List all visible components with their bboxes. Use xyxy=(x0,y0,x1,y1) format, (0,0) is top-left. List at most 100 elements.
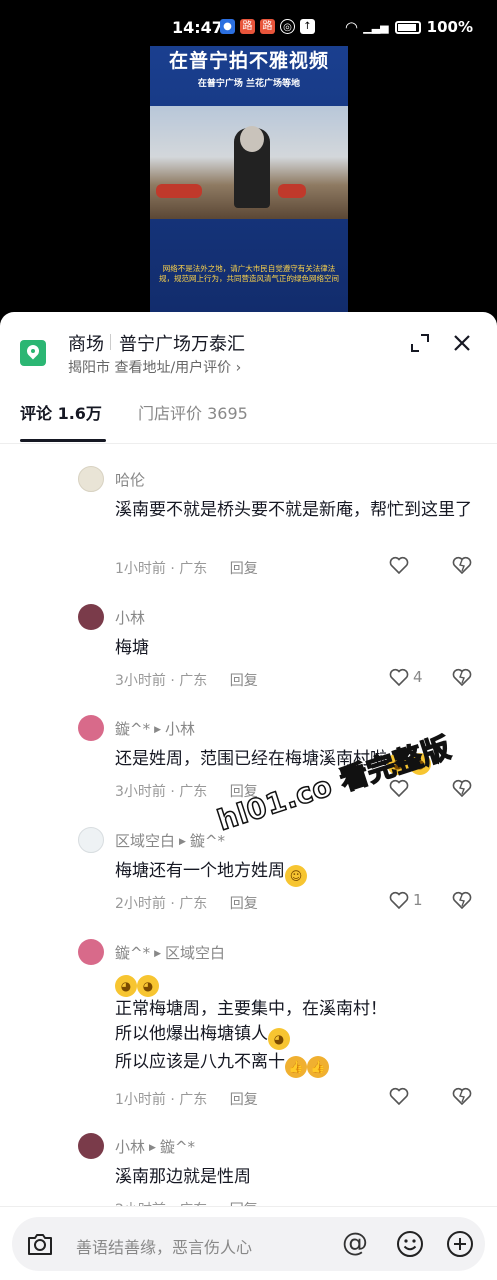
avatar[interactable] xyxy=(78,1133,104,1159)
avatar[interactable] xyxy=(78,466,104,492)
reply-button[interactable]: 回复 xyxy=(230,1092,258,1108)
at-icon[interactable]: @ xyxy=(342,1228,368,1258)
reply-arrow-icon: ▶ xyxy=(154,949,161,959)
comment-author: 鏇^* ▶ 小林 xyxy=(115,718,195,739)
comment-author[interactable]: 哈伦 xyxy=(115,469,145,490)
video-subtitle: 在普宁广场 兰花广场等地 xyxy=(197,79,301,89)
thumbs-up-emoji-icon: 👍 xyxy=(307,1056,329,1078)
place-name[interactable]: 普宁广场万泰汇 xyxy=(119,330,245,356)
dislike-icon[interactable] xyxy=(452,1087,472,1105)
video-player[interactable]: 在普宁拍不雅视频 在普宁广场 兰花广场等地 网络不是法外之地，请广大市民自觉遵守… xyxy=(0,46,497,316)
active-tab-indicator xyxy=(20,439,106,442)
reply-to-name[interactable]: 小林 xyxy=(165,720,195,738)
like-button[interactable]: 1 xyxy=(389,891,423,909)
comment-text-line: 正常梅塘周，主要集中，在溪南村！ xyxy=(115,999,387,1019)
avatar[interactable] xyxy=(78,827,104,853)
video-notice: 网络不是法外之地，请广大市民自觉遵守有关法律法规，规范网上行为，共同营造风清气正… xyxy=(159,264,339,283)
hotspot-icon: ◎ xyxy=(280,19,295,34)
like-button[interactable] xyxy=(389,556,413,574)
blurred-face xyxy=(240,126,264,152)
comment-text: 溪南要不就是桥头要不就是新庵，帮忙到这里了 xyxy=(115,500,472,520)
app-notification-icon: ● xyxy=(220,19,235,34)
comment-input[interactable]: 善语结善缘，恶言伤人心 @ xyxy=(12,1217,485,1271)
battery-level: 100% xyxy=(426,18,473,36)
dislike-icon[interactable] xyxy=(452,891,472,909)
flower-bed xyxy=(156,184,202,198)
comment-text-body: 梅塘还有一个地方姓周 xyxy=(115,861,285,881)
divider xyxy=(110,334,111,350)
dislike-icon[interactable] xyxy=(452,668,472,686)
avatar[interactable] xyxy=(78,604,104,630)
comment-author-name[interactable]: 区域空白 xyxy=(115,832,175,850)
reply-to-name[interactable]: 区域空白 xyxy=(165,944,225,962)
heart-icon xyxy=(389,1087,409,1105)
comment-meta: 2小时前 · 广东 回复 xyxy=(115,893,258,913)
input-placeholder: 善语结善缘，恶言伤人心 xyxy=(76,1238,253,1257)
heart-icon xyxy=(389,668,409,686)
place-address-link[interactable]: 揭阳市 查看地址/用户评价 › xyxy=(68,357,241,377)
comment-author-name[interactable]: 鏇^* xyxy=(115,944,150,962)
comment-meta: 1小时前 · 广东 回复 xyxy=(115,558,258,578)
status-time: 14:47 xyxy=(172,18,223,37)
place-type: 商场 xyxy=(68,334,104,355)
like-button[interactable] xyxy=(389,1087,409,1105)
comment-meta: 3小时前 · 广东 回复 xyxy=(115,670,258,690)
avatar[interactable] xyxy=(78,939,104,965)
comment-text: ◕ ◕ 正常梅塘周，主要集中，在溪南村！ 所以他爆出梅塘镇人 ◕ 所以应该是八九不离… xyxy=(115,969,475,1078)
emoji-icon[interactable] xyxy=(396,1230,424,1258)
comment-time: 3小时前 · 广东 xyxy=(115,784,208,800)
comment-author-name[interactable]: 鏇^* xyxy=(115,720,150,738)
video-title: 在普宁拍不雅视频 xyxy=(168,50,329,72)
pleading-emoji-icon: ◕ xyxy=(137,975,159,997)
comment-author: 鏇^* ▶ 区域空白 xyxy=(115,942,225,963)
like-button[interactable]: 4 xyxy=(389,668,423,686)
reply-button[interactable]: 回复 xyxy=(230,896,258,912)
comment-author[interactable]: 小林 xyxy=(115,607,145,628)
expand-icon[interactable] xyxy=(410,333,430,353)
video-frame: 在普宁拍不雅视频 在普宁广场 兰花广场等地 网络不是法外之地，请广大市民自觉遵守… xyxy=(150,46,348,316)
video-photo xyxy=(150,106,348,219)
heart-icon xyxy=(389,891,409,909)
plus-icon[interactable] xyxy=(446,1230,474,1258)
battery-icon xyxy=(394,20,421,34)
reply-button[interactable]: 回复 xyxy=(230,673,258,689)
close-icon[interactable] xyxy=(451,332,473,354)
comment-time: 2小时前 · 广东 xyxy=(115,896,208,912)
app-notification-icon: 路 xyxy=(240,19,255,34)
comment-meta: 1小时前 · 广东 回复 xyxy=(115,1089,258,1109)
reply-arrow-icon: ▶ xyxy=(179,837,186,847)
comment-text-line: 所以他爆出梅塘镇人 ◕ xyxy=(115,1022,475,1050)
comment-tabs: 评论 1.6万 门店评价 3695 xyxy=(0,394,497,444)
comment-text-line: 所以应该是八九不离十 👍 👍 xyxy=(115,1050,475,1078)
tab-comments[interactable]: 评论 1.6万 xyxy=(20,400,102,424)
comment-input-bar: 善语结善缘，恶言伤人心 @ xyxy=(0,1206,497,1280)
dislike-icon[interactable] xyxy=(452,556,472,574)
tab-store-reviews[interactable]: 门店评价 3695 xyxy=(138,400,248,424)
like-count: 4 xyxy=(413,668,423,686)
avatar[interactable] xyxy=(78,715,104,741)
heart-icon xyxy=(389,556,409,574)
camera-icon[interactable] xyxy=(26,1231,54,1257)
status-notification-icons: ● 路 路 ◎ ↑ xyxy=(220,19,315,34)
comment-text: 梅塘 xyxy=(115,638,149,658)
comment-author-name[interactable]: 小林 xyxy=(115,1138,145,1156)
comment-time: 1小时前 · 广东 xyxy=(115,561,208,577)
status-bar: 14:47 ● 路 路 ◎ ↑ ◠ ▁▃▅ 100% xyxy=(0,0,497,46)
comment-time: 3小时前 · 广东 xyxy=(115,673,208,689)
status-right: ◠ ▁▃▅ 100% xyxy=(346,18,473,36)
comment-text-line-body: 所以他爆出梅塘镇人 xyxy=(115,1024,268,1044)
location-icon xyxy=(20,340,46,366)
thumbs-up-emoji-icon: 👍 xyxy=(285,1056,307,1078)
comment-author: 区域空白 ▶ 鏇^* xyxy=(115,830,225,851)
comment-author: 小林 ▶ 鏇^* xyxy=(115,1136,195,1157)
flower-bed xyxy=(278,184,306,198)
dislike-icon[interactable] xyxy=(452,779,472,797)
comment-text: 溪南那边就是性周 xyxy=(115,1167,251,1187)
reply-button[interactable]: 回复 xyxy=(230,561,258,577)
comment-text-line-body: 所以应该是八九不离十 xyxy=(115,1052,285,1072)
upload-icon: ↑ xyxy=(300,19,315,34)
comment-emoji-line: ◕ ◕ xyxy=(115,969,475,997)
comment-time: 1小时前 · 广东 xyxy=(115,1092,208,1108)
reply-to-name[interactable]: 鏇^* xyxy=(190,832,225,850)
reply-to-name[interactable]: 鏇^* xyxy=(160,1138,195,1156)
